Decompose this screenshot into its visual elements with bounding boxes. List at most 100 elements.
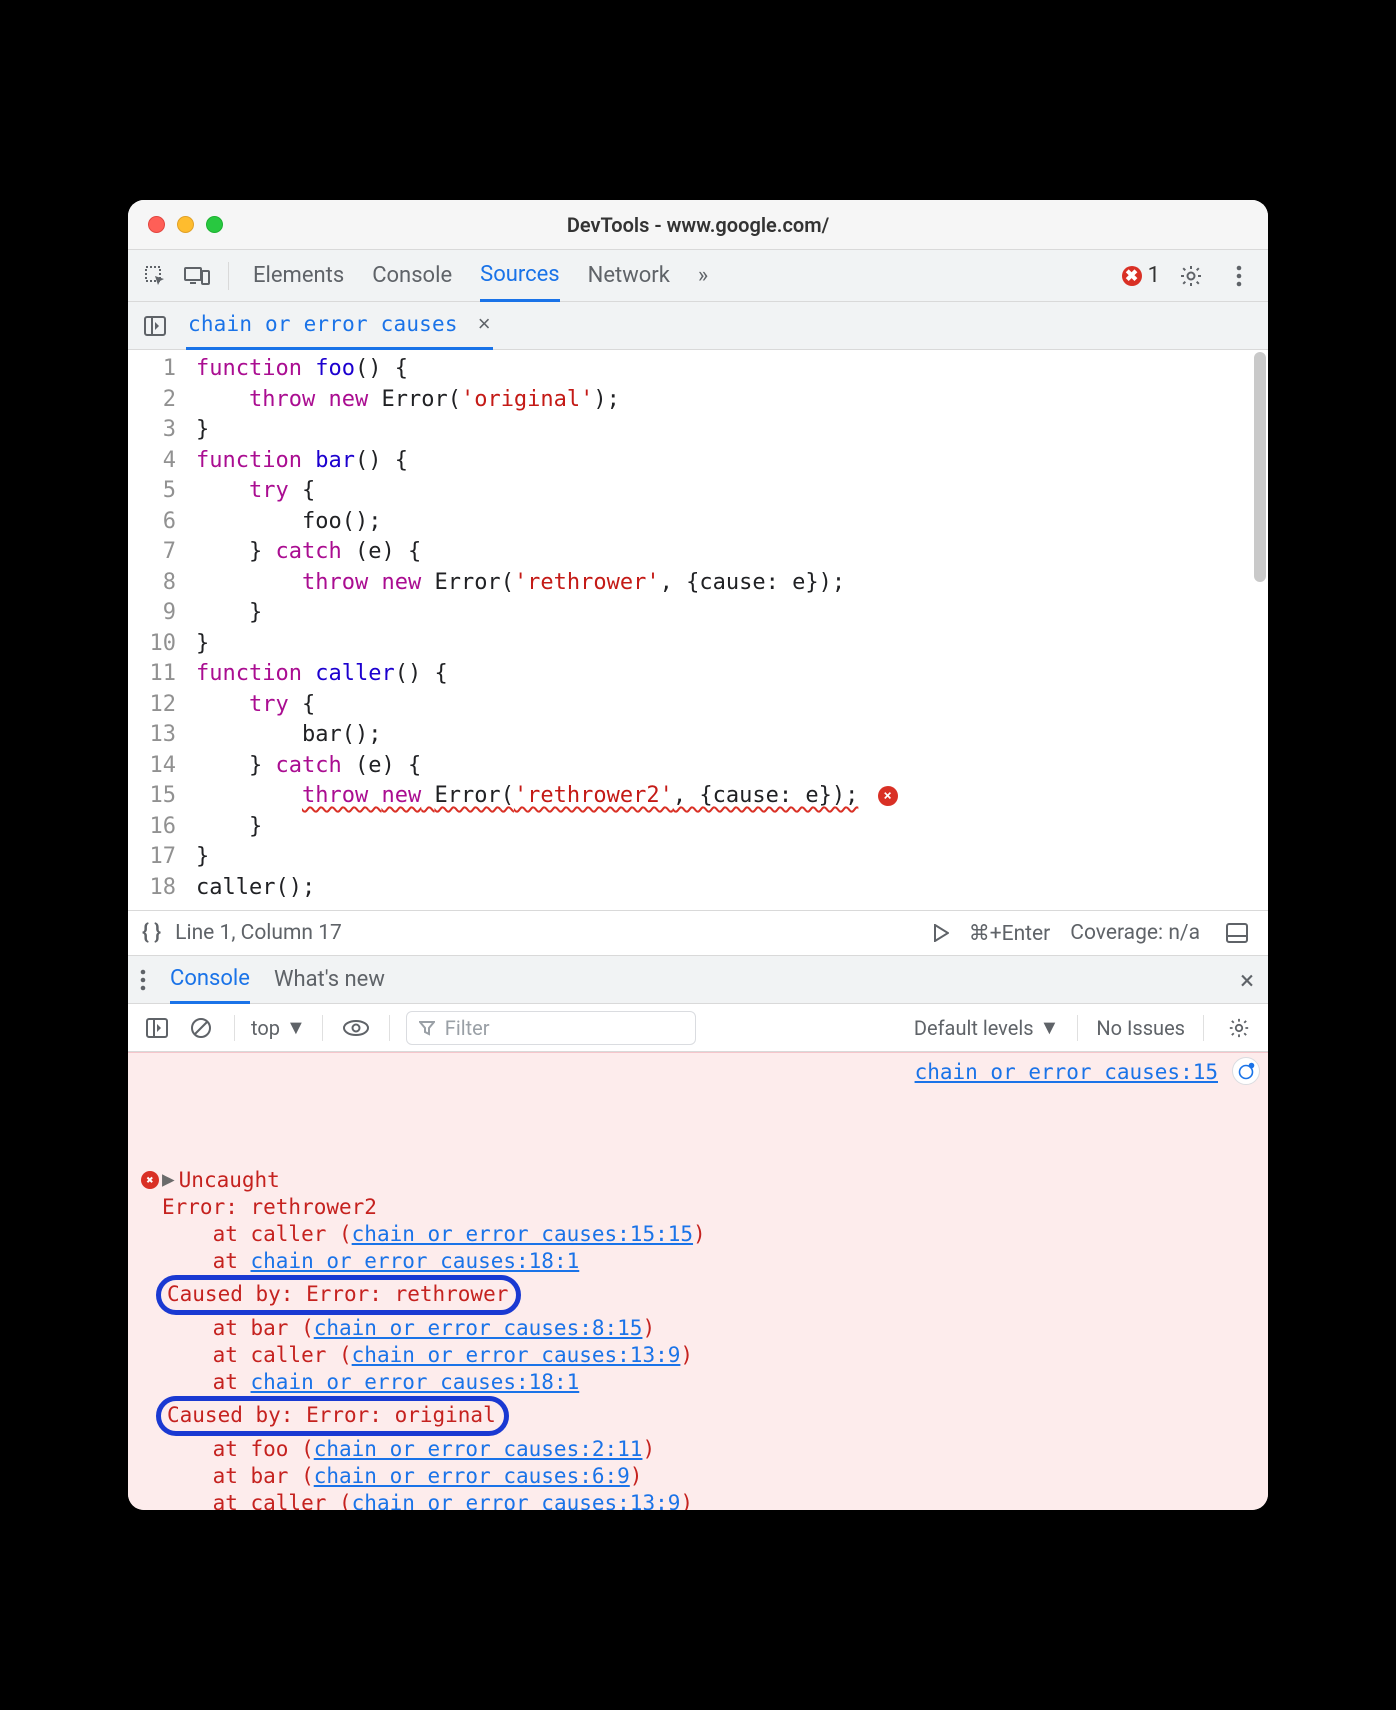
- tab-sources[interactable]: Sources: [480, 250, 560, 302]
- cursor-position: Line 1, Column 17: [175, 921, 342, 945]
- settings-gear-icon[interactable]: [1174, 259, 1208, 293]
- line-number: 13: [128, 720, 176, 751]
- code-line[interactable]: bar();: [196, 720, 1268, 751]
- stack-frame-link[interactable]: chain or error causes:13:9: [352, 1343, 681, 1367]
- code-line[interactable]: throw new Error('original');: [196, 385, 1268, 416]
- run-snippet-icon[interactable]: [933, 924, 949, 942]
- code-line[interactable]: }: [196, 842, 1268, 873]
- stack-frame-link[interactable]: chain or error causes:8:15: [314, 1316, 643, 1340]
- stack-frame-link[interactable]: chain or error causes:18:1: [251, 1249, 580, 1273]
- drawer-tab-whatsnew[interactable]: What's new: [274, 957, 385, 1002]
- code-line[interactable]: } catch (e) {: [196, 537, 1268, 568]
- issues-button[interactable]: No Issues: [1096, 1016, 1185, 1040]
- code-editor[interactable]: 123456789101112131415161718 function foo…: [128, 350, 1268, 910]
- file-tab-close-icon[interactable]: ×: [468, 311, 491, 337]
- stack-frame-link[interactable]: chain or error causes:2:11: [314, 1437, 643, 1461]
- tab-overflow[interactable]: »: [698, 251, 708, 300]
- code-line[interactable]: }: [196, 415, 1268, 446]
- code-line[interactable]: try {: [196, 690, 1268, 721]
- tab-network[interactable]: Network: [588, 251, 670, 300]
- line-number: 18: [128, 873, 176, 904]
- console-settings-gear-icon[interactable]: [1222, 1011, 1256, 1045]
- close-window-button[interactable]: [148, 216, 165, 233]
- clear-console-icon[interactable]: [184, 1011, 218, 1045]
- line-number: 16: [128, 812, 176, 843]
- code-line[interactable]: foo();: [196, 507, 1268, 538]
- console-line: at caller (chain or error causes:15:15): [162, 1221, 1258, 1248]
- expand-triangle-icon[interactable]: ▶: [162, 1166, 175, 1193]
- main-toolbar: Elements Console Sources Network » ✖ 1: [128, 250, 1268, 302]
- editor-scrollbar[interactable]: [1254, 350, 1268, 910]
- chevron-down-icon: ▼: [1040, 1015, 1060, 1040]
- code-line[interactable]: }: [196, 812, 1268, 843]
- separator: [322, 1015, 323, 1041]
- code-line[interactable]: } catch (e) {: [196, 751, 1268, 782]
- minimize-window-button[interactable]: [177, 216, 194, 233]
- code-line[interactable]: caller();: [196, 873, 1268, 904]
- line-number-gutter: 123456789101112131415161718: [128, 350, 190, 910]
- drawer-tabs: Console What's new ×: [128, 956, 1268, 1004]
- code-area[interactable]: function foo() { throw new Error('origin…: [190, 350, 1268, 910]
- line-number: 2: [128, 385, 176, 416]
- console-body: chain or error causes:15 ✖ ▶UncaughtErro…: [128, 1052, 1268, 1510]
- separator: [1077, 1015, 1078, 1041]
- filter-input[interactable]: Filter: [406, 1011, 696, 1045]
- filter-placeholder: Filter: [445, 1016, 490, 1040]
- ai-assist-icon[interactable]: [1232, 1057, 1260, 1085]
- console-line: at foo (chain or error causes:2:11): [162, 1436, 1258, 1463]
- inspect-element-icon[interactable]: [138, 259, 172, 293]
- tab-elements[interactable]: Elements: [253, 251, 344, 300]
- line-number: 3: [128, 415, 176, 446]
- navigator-toggle-icon[interactable]: [138, 309, 172, 343]
- error-counter[interactable]: ✖ 1: [1122, 263, 1160, 288]
- pretty-print-button[interactable]: { }: [142, 921, 161, 945]
- maximize-window-button[interactable]: [206, 216, 223, 233]
- code-line[interactable]: }: [196, 598, 1268, 629]
- code-line[interactable]: function bar() {: [196, 446, 1268, 477]
- stack-frame-link[interactable]: chain or error causes:15:15: [352, 1222, 693, 1246]
- file-tabs: chain or error causes ×: [186, 301, 493, 350]
- code-line[interactable]: function foo() {: [196, 354, 1268, 385]
- console-line: at chain or error causes:18:1: [162, 1369, 1258, 1396]
- console-sidebar-toggle-icon[interactable]: [140, 1011, 174, 1045]
- context-label: top: [251, 1016, 280, 1040]
- run-hint: ⌘+Enter: [969, 921, 1051, 946]
- stack-frame-link[interactable]: chain or error causes:13:9: [352, 1491, 681, 1510]
- code-line[interactable]: }: [196, 629, 1268, 660]
- chevron-down-icon: ▼: [286, 1015, 306, 1040]
- live-expression-icon[interactable]: [339, 1011, 373, 1045]
- line-number: 11: [128, 659, 176, 690]
- error-icon: ✖: [1122, 266, 1142, 286]
- code-line[interactable]: throw new Error('rethrower', {cause: e})…: [196, 568, 1268, 599]
- execution-context-selector[interactable]: top ▼: [251, 1015, 306, 1040]
- coverage-label: Coverage: n/a: [1070, 921, 1200, 945]
- line-number: 17: [128, 842, 176, 873]
- line-number: 9: [128, 598, 176, 629]
- console-error-message[interactable]: chain or error causes:15 ✖ ▶UncaughtErro…: [128, 1052, 1268, 1510]
- code-line[interactable]: try {: [196, 476, 1268, 507]
- drawer-tab-console[interactable]: Console: [170, 956, 250, 1004]
- console-line: at bar (chain or error causes:8:15): [162, 1315, 1258, 1342]
- toolbar-right: ✖ 1: [1122, 250, 1256, 301]
- code-line[interactable]: function caller() {: [196, 659, 1268, 690]
- stack-frame-link[interactable]: chain or error causes:18:1: [251, 1370, 580, 1394]
- line-number: 15: [128, 781, 176, 812]
- file-tab-active[interactable]: chain or error causes ×: [186, 301, 493, 350]
- line-number: 1: [128, 354, 176, 385]
- line-number: 7: [128, 537, 176, 568]
- drawer-toggle-icon[interactable]: [1220, 916, 1254, 950]
- console-line: at chain or error causes:18:1: [162, 1248, 1258, 1275]
- error-source-link[interactable]: chain or error causes:15: [915, 1059, 1218, 1086]
- log-levels-selector[interactable]: Default levels ▼: [914, 1015, 1059, 1040]
- scrollbar-thumb[interactable]: [1254, 352, 1266, 582]
- drawer-close-icon[interactable]: ×: [1240, 966, 1254, 996]
- console-line: at caller (chain or error causes:13:9): [162, 1490, 1258, 1510]
- tab-console[interactable]: Console: [372, 251, 452, 300]
- code-line[interactable]: throw new Error('rethrower2', {cause: e}…: [196, 781, 1268, 812]
- stack-frame-link[interactable]: chain or error causes:6:9: [314, 1464, 630, 1488]
- file-tab-label: chain or error causes: [188, 312, 458, 336]
- separator: [1203, 1015, 1204, 1041]
- kebab-menu-icon[interactable]: [1222, 259, 1256, 293]
- device-toolbar-icon[interactable]: [180, 259, 214, 293]
- drawer-kebab-icon[interactable]: [140, 969, 146, 991]
